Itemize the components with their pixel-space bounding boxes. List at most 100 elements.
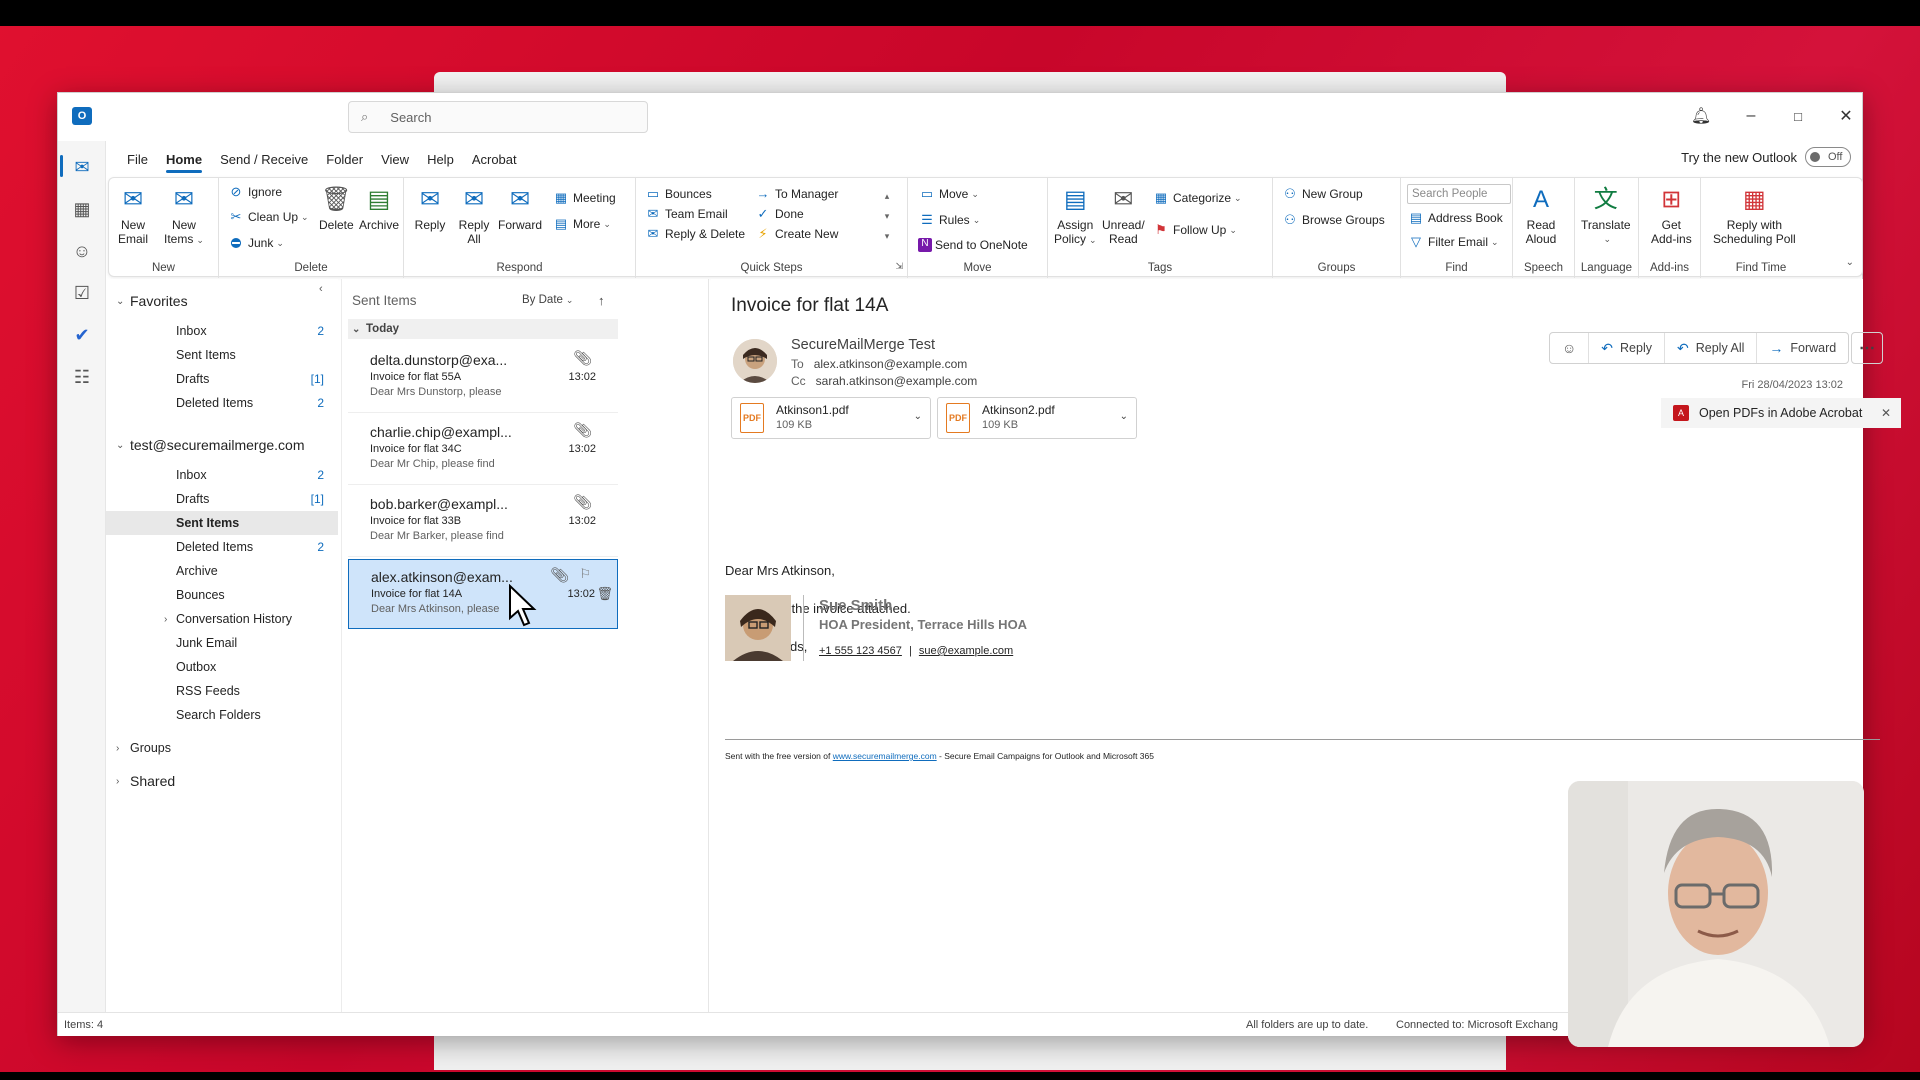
menu-help[interactable]: Help <box>418 141 463 177</box>
forward-button[interactable]: ✉ Forward <box>498 184 542 233</box>
translate-button[interactable]: 文 Translate ⌄ <box>1581 184 1631 246</box>
message-item[interactable]: alex.atkinson@exam... Invoice for flat 14… <box>348 559 618 629</box>
chevron-down-icon[interactable]: ⌄ <box>1120 411 1128 422</box>
ignore-button[interactable]: ⊘ Ignore <box>227 184 282 200</box>
mail-icon[interactable]: ✉ <box>70 155 94 179</box>
favorites-folder[interactable]: Drafts [1] <box>106 367 338 391</box>
calendar-icon[interactable]: ▦ <box>70 197 94 221</box>
menu-send-receive[interactable]: Send / Receive <box>211 141 317 177</box>
message-item[interactable]: delta.dunstorp@exa... Invoice for flat 55… <box>348 343 618 413</box>
favorites-folder[interactable]: Deleted Items 2 <box>106 391 338 415</box>
account-folder[interactable]: › Conversation History <box>106 607 338 631</box>
assign-policy-button[interactable]: ▤ Assign Policy ⌄ <box>1054 184 1097 247</box>
reply-all-action-button[interactable]: ↶ Reply All <box>1665 333 1758 363</box>
account-header[interactable]: ⌄ test@securemailmerge.com <box>106 437 305 453</box>
dialog-launcher-icon[interactable]: ⇲ <box>895 261 903 272</box>
quickstep-create-new[interactable]: ⚡︎ Create New <box>754 226 838 242</box>
clean-up-button[interactable]: ✂ Clean Up ⌄ <box>227 209 309 225</box>
read-aloud-button[interactable]: A Read Aloud <box>1525 184 1557 247</box>
ribbon-collapse-icon[interactable]: ⌄ <box>1846 257 1854 268</box>
account-folder[interactable]: Inbox 2 <box>106 463 338 487</box>
menu-view[interactable]: View <box>372 141 418 177</box>
quicksteps-scroll[interactable]: ▴ ▾ ▾ <box>880 186 894 246</box>
meeting-button[interactable]: ▦ Meeting <box>552 190 616 206</box>
bell-icon[interactable]: 🔔︎ <box>1688 103 1714 129</box>
categorize-button[interactable]: ▦ Categorize ⌄ <box>1152 190 1242 206</box>
menu-folder[interactable]: Folder <box>317 141 372 177</box>
reply-action-button[interactable]: ↶ Reply <box>1589 333 1665 363</box>
footer-link[interactable]: www.securemailmerge.com <box>833 751 937 761</box>
trash-icon[interactable]: 🗑︎ <box>596 586 613 602</box>
signature-email[interactable]: sue@example.com <box>919 645 1013 657</box>
search-people-input[interactable]: Search People <box>1407 184 1511 204</box>
account-folder[interactable]: Junk Email <box>106 631 338 655</box>
tasks-icon[interactable]: ☑ <box>70 281 94 305</box>
to-address[interactable]: alex.atkinson@example.com <box>814 357 968 371</box>
more-actions-button[interactable]: ⋯ <box>1851 332 1883 364</box>
unread-read-button[interactable]: ✉ Unread/Read <box>1102 184 1145 247</box>
account-folder[interactable]: Sent Items <box>106 511 338 535</box>
cc-address[interactable]: sarah.atkinson@example.com <box>816 374 978 388</box>
group-header-today[interactable]: ⌄ Today <box>348 319 618 339</box>
menu-file[interactable]: File <box>118 141 157 177</box>
more-respond-button[interactable]: ▤ More ⌄ <box>552 216 611 232</box>
delete-button[interactable]: 🗑︎ Delete <box>319 184 354 233</box>
quickstep-bounces[interactable]: ▭ Bounces <box>644 186 712 202</box>
acrobat-banner[interactable]: A Open PDFs in Adobe Acrobat ✕ <box>1661 398 1901 428</box>
attachment-2[interactable]: PDF Atkinson2.pdf 109 KB ⌄ <box>937 397 1137 439</box>
collapse-pane-icon[interactable]: ‹ <box>319 283 323 295</box>
account-folder[interactable]: Bounces <box>106 583 338 607</box>
filter-email-button[interactable]: ▽ Filter Email ⌄ <box>1407 234 1499 250</box>
sort-button[interactable]: By Date ⌄ <box>522 294 573 306</box>
new-email-button[interactable]: ✉ New Email <box>117 184 149 247</box>
new-outlook-toggle[interactable]: Off <box>1805 147 1851 167</box>
reply-button[interactable]: ✉ Reply <box>414 184 446 233</box>
move-button[interactable]: ▭ Move ⌄ <box>918 186 979 202</box>
close-button[interactable]: ✕ <box>1833 103 1859 129</box>
chevron-down-icon[interactable]: ⌄ <box>914 411 922 422</box>
quickstep-done[interactable]: ✓ Done <box>754 206 804 222</box>
sender-name[interactable]: SecureMailMerge Test <box>791 337 935 353</box>
reply-all-button[interactable]: ✉ Reply All <box>458 184 490 247</box>
menu-home[interactable]: Home <box>157 141 211 177</box>
account-folder[interactable]: Drafts [1] <box>106 487 338 511</box>
account-folder[interactable]: Search Folders <box>106 703 338 727</box>
junk-button[interactable]: ⛔︎ Junk ⌄ <box>227 235 284 251</box>
quickstep-team-email[interactable]: ✉ Team Email <box>644 206 728 222</box>
send-to-onenote-button[interactable]: N Send to OneNote <box>918 238 1028 252</box>
maximize-button[interactable]: □ <box>1785 103 1811 129</box>
message-item[interactable]: bob.barker@exampl... Invoice for flat 33B… <box>348 487 618 557</box>
message-item[interactable]: charlie.chip@exampl... Invoice for flat 3… <box>348 415 618 485</box>
apps-icon[interactable]: ☷ <box>70 365 94 389</box>
emoji-react-button[interactable]: ☺ <box>1550 333 1590 363</box>
account-folder[interactable]: RSS Feeds <box>106 679 338 703</box>
new-items-button[interactable]: ✉ New Items ⌄ <box>164 184 204 247</box>
sort-direction-icon[interactable]: ↑ <box>598 293 605 308</box>
address-book-button[interactable]: ▤ Address Book <box>1407 210 1503 226</box>
groups-header[interactable]: › Groups <box>106 741 171 755</box>
quickstep-reply-delete[interactable]: ✉ Reply & Delete <box>644 226 746 242</box>
signature-phone[interactable]: +1 555 123 4567 <box>819 645 902 657</box>
new-group-button[interactable]: ⚇ New Group <box>1281 186 1363 202</box>
flag-icon[interactable]: ⚐ <box>579 566 591 582</box>
attachment-1[interactable]: PDF Atkinson1.pdf 109 KB ⌄ <box>731 397 931 439</box>
archive-button[interactable]: ▤ Archive <box>359 184 399 233</box>
quickstep-to-manager[interactable]: → To Manager <box>754 186 839 201</box>
close-icon[interactable]: ✕ <box>1881 406 1891 420</box>
todo-check-icon[interactable]: ✔ <box>70 323 94 347</box>
menu-acrobat[interactable]: Acrobat <box>463 141 526 177</box>
rules-button[interactable]: ☰ Rules ⌄ <box>918 212 980 228</box>
favorites-folder[interactable]: Sent Items <box>106 343 338 367</box>
sender-avatar[interactable] <box>733 339 777 383</box>
account-folder[interactable]: Deleted Items 2 <box>106 535 338 559</box>
people-icon[interactable]: ☺ <box>70 239 94 263</box>
reply-scheduling-poll-button[interactable]: ▦ Reply with Scheduling Poll <box>1713 184 1796 247</box>
minimize-button[interactable]: – <box>1738 103 1764 129</box>
favorites-folder[interactable]: Inbox 2 <box>106 319 338 343</box>
follow-up-button[interactable]: ⚑ Follow Up ⌄ <box>1152 222 1237 238</box>
get-addins-button[interactable]: ⊞ Get Add-ins <box>1651 184 1692 247</box>
search-input[interactable]: ⌕ Search <box>348 101 648 133</box>
browse-groups-button[interactable]: ⚇ Browse Groups <box>1281 212 1385 228</box>
shared-header[interactable]: › Shared <box>106 773 175 789</box>
account-folder[interactable]: Archive <box>106 559 338 583</box>
